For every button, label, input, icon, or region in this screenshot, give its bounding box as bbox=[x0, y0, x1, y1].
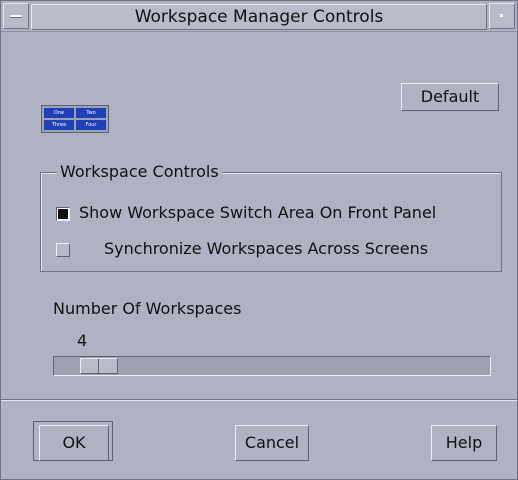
window-menu-icon[interactable] bbox=[3, 3, 29, 29]
workspace-count-slider[interactable] bbox=[53, 356, 491, 376]
control-dot-glyph bbox=[500, 14, 503, 17]
cancel-button[interactable]: Cancel bbox=[235, 425, 309, 461]
window-title: Workspace Manager Controls bbox=[31, 4, 487, 30]
title-bar[interactable]: Workspace Manager Controls bbox=[1, 1, 517, 32]
workspace-manager-dialog: Workspace Manager Controls One Two Three… bbox=[0, 0, 518, 480]
workspace-count-value: 4 bbox=[77, 331, 88, 350]
menu-bar-glyph bbox=[10, 15, 22, 18]
show-switch-checkbox[interactable] bbox=[56, 207, 70, 221]
workspace-switch-icon: One Two Three Four bbox=[41, 105, 109, 133]
ok-button[interactable]: OK bbox=[39, 425, 109, 461]
default-button[interactable]: Default bbox=[401, 83, 499, 111]
workspace-tile-3: Three bbox=[44, 120, 74, 130]
window-control-icon[interactable] bbox=[489, 3, 515, 29]
workspace-controls-title: Workspace Controls bbox=[57, 163, 222, 181]
separator bbox=[1, 399, 517, 401]
help-button[interactable]: Help bbox=[431, 425, 497, 461]
slider-thumb[interactable] bbox=[80, 358, 118, 374]
synchronize-label[interactable]: Synchronize Workspaces Across Screens bbox=[104, 239, 428, 259]
workspace-tile-1: One bbox=[44, 108, 74, 118]
show-switch-label[interactable]: Show Workspace Switch Area On Front Pane… bbox=[79, 203, 436, 223]
workspace-tile-2: Two bbox=[76, 108, 106, 118]
number-of-workspaces-label: Number Of Workspaces bbox=[53, 299, 242, 318]
synchronize-checkbox[interactable] bbox=[56, 243, 70, 257]
workspace-tile-4: Four bbox=[76, 120, 106, 130]
